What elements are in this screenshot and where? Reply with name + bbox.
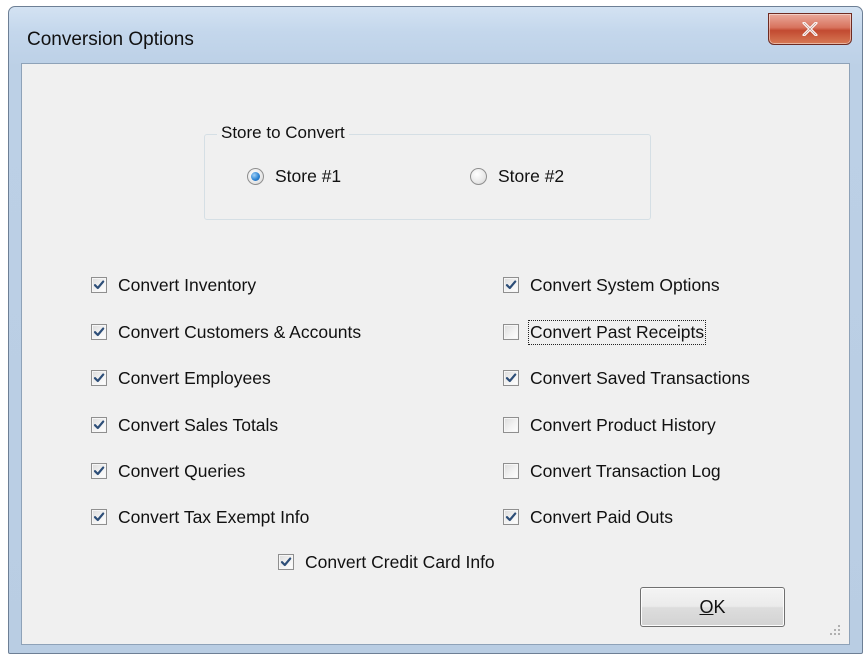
- checkbox-convert-credit-card-info[interactable]: Convert Credit Card Info: [278, 550, 495, 574]
- checkbox-box[interactable]: [91, 509, 107, 525]
- ok-button-mnemonic: O: [699, 596, 714, 617]
- checkmark-icon: [280, 557, 292, 567]
- checkbox-box[interactable]: [91, 463, 107, 479]
- checkbox-box[interactable]: [503, 370, 519, 386]
- checkbox-convert-system-options[interactable]: Convert System Options: [503, 273, 720, 297]
- checkbox-box[interactable]: [503, 509, 519, 525]
- close-button[interactable]: [768, 13, 852, 45]
- title-bar[interactable]: Conversion Options: [9, 7, 862, 63]
- checkmark-icon: [505, 280, 517, 290]
- checkbox-box[interactable]: [503, 324, 519, 340]
- checkbox-convert-sales-totals[interactable]: Convert Sales Totals: [91, 413, 278, 437]
- checkbox-label: Convert Employees: [118, 367, 271, 388]
- checkbox-label: Convert Tax Exempt Info: [118, 506, 310, 527]
- checkmark-icon: [93, 466, 105, 476]
- store-group-legend: Store to Convert: [217, 123, 349, 143]
- radio-store-1-label: Store #1: [275, 166, 342, 186]
- checkbox-convert-tax-exempt-info[interactable]: Convert Tax Exempt Info: [91, 505, 309, 529]
- dialog-client-area: Store to Convert Store #1 Store #2 Conve…: [21, 63, 850, 645]
- checkmark-icon: [93, 373, 105, 383]
- radio-store-2-indicator[interactable]: [470, 168, 487, 185]
- checkbox-box[interactable]: [91, 324, 107, 340]
- checkbox-label: Convert Paid Outs: [530, 506, 673, 527]
- checkbox-convert-employees[interactable]: Convert Employees: [91, 366, 271, 390]
- radio-store-2[interactable]: Store #2: [470, 166, 564, 187]
- checkbox-box[interactable]: [503, 417, 519, 433]
- checkbox-label: Convert Sales Totals: [118, 414, 279, 435]
- checkbox-convert-inventory[interactable]: Convert Inventory: [91, 273, 256, 297]
- ok-button[interactable]: OK: [640, 587, 785, 627]
- close-icon: [802, 22, 818, 36]
- window-title: Conversion Options: [27, 29, 194, 50]
- checkbox-box[interactable]: [503, 463, 519, 479]
- checkmark-icon: [505, 512, 517, 522]
- checkmark-icon: [93, 512, 105, 522]
- checkbox-label: Convert Queries: [118, 460, 246, 481]
- checkmark-icon: [93, 327, 105, 337]
- resize-grip-icon[interactable]: [829, 624, 841, 636]
- store-group-box: Store to Convert Store #1 Store #2: [204, 123, 651, 220]
- checkbox-label: Convert System Options: [530, 274, 720, 295]
- checkmark-icon: [93, 280, 105, 290]
- checkbox-label: Convert Transaction Log: [530, 460, 721, 481]
- checkbox-label: Convert Customers & Accounts: [118, 321, 362, 342]
- checkbox-label: Convert Product History: [530, 414, 716, 435]
- ok-button-label-rest: K: [713, 596, 726, 617]
- checkbox-box[interactable]: [91, 370, 107, 386]
- checkbox-convert-customers-accounts[interactable]: Convert Customers & Accounts: [91, 320, 361, 344]
- checkbox-box[interactable]: [91, 417, 107, 433]
- radio-store-2-label: Store #2: [498, 166, 565, 186]
- checkbox-convert-transaction-log[interactable]: Convert Transaction Log: [503, 459, 721, 483]
- checkbox-box[interactable]: [91, 277, 107, 293]
- radio-store-1[interactable]: Store #1: [247, 166, 341, 187]
- checkbox-box[interactable]: [278, 554, 294, 570]
- checkbox-convert-saved-transactions[interactable]: Convert Saved Transactions: [503, 366, 750, 390]
- checkbox-label: Convert Past Receipts: [527, 319, 707, 345]
- checkbox-convert-past-receipts[interactable]: Convert Past Receipts: [503, 319, 707, 345]
- checkbox-convert-queries[interactable]: Convert Queries: [91, 459, 245, 483]
- checkbox-convert-paid-outs[interactable]: Convert Paid Outs: [503, 505, 673, 529]
- checkbox-label: Convert Credit Card Info: [305, 551, 495, 572]
- checkmark-icon: [505, 373, 517, 383]
- dialog-window: Conversion Options Store to Convert Stor…: [8, 6, 863, 654]
- checkmark-icon: [93, 420, 105, 430]
- checkbox-convert-product-history[interactable]: Convert Product History: [503, 413, 716, 437]
- checkbox-label: Convert Inventory: [118, 274, 257, 295]
- radio-store-1-indicator[interactable]: [247, 168, 264, 185]
- checkbox-box[interactable]: [503, 277, 519, 293]
- checkbox-label: Convert Saved Transactions: [530, 367, 750, 388]
